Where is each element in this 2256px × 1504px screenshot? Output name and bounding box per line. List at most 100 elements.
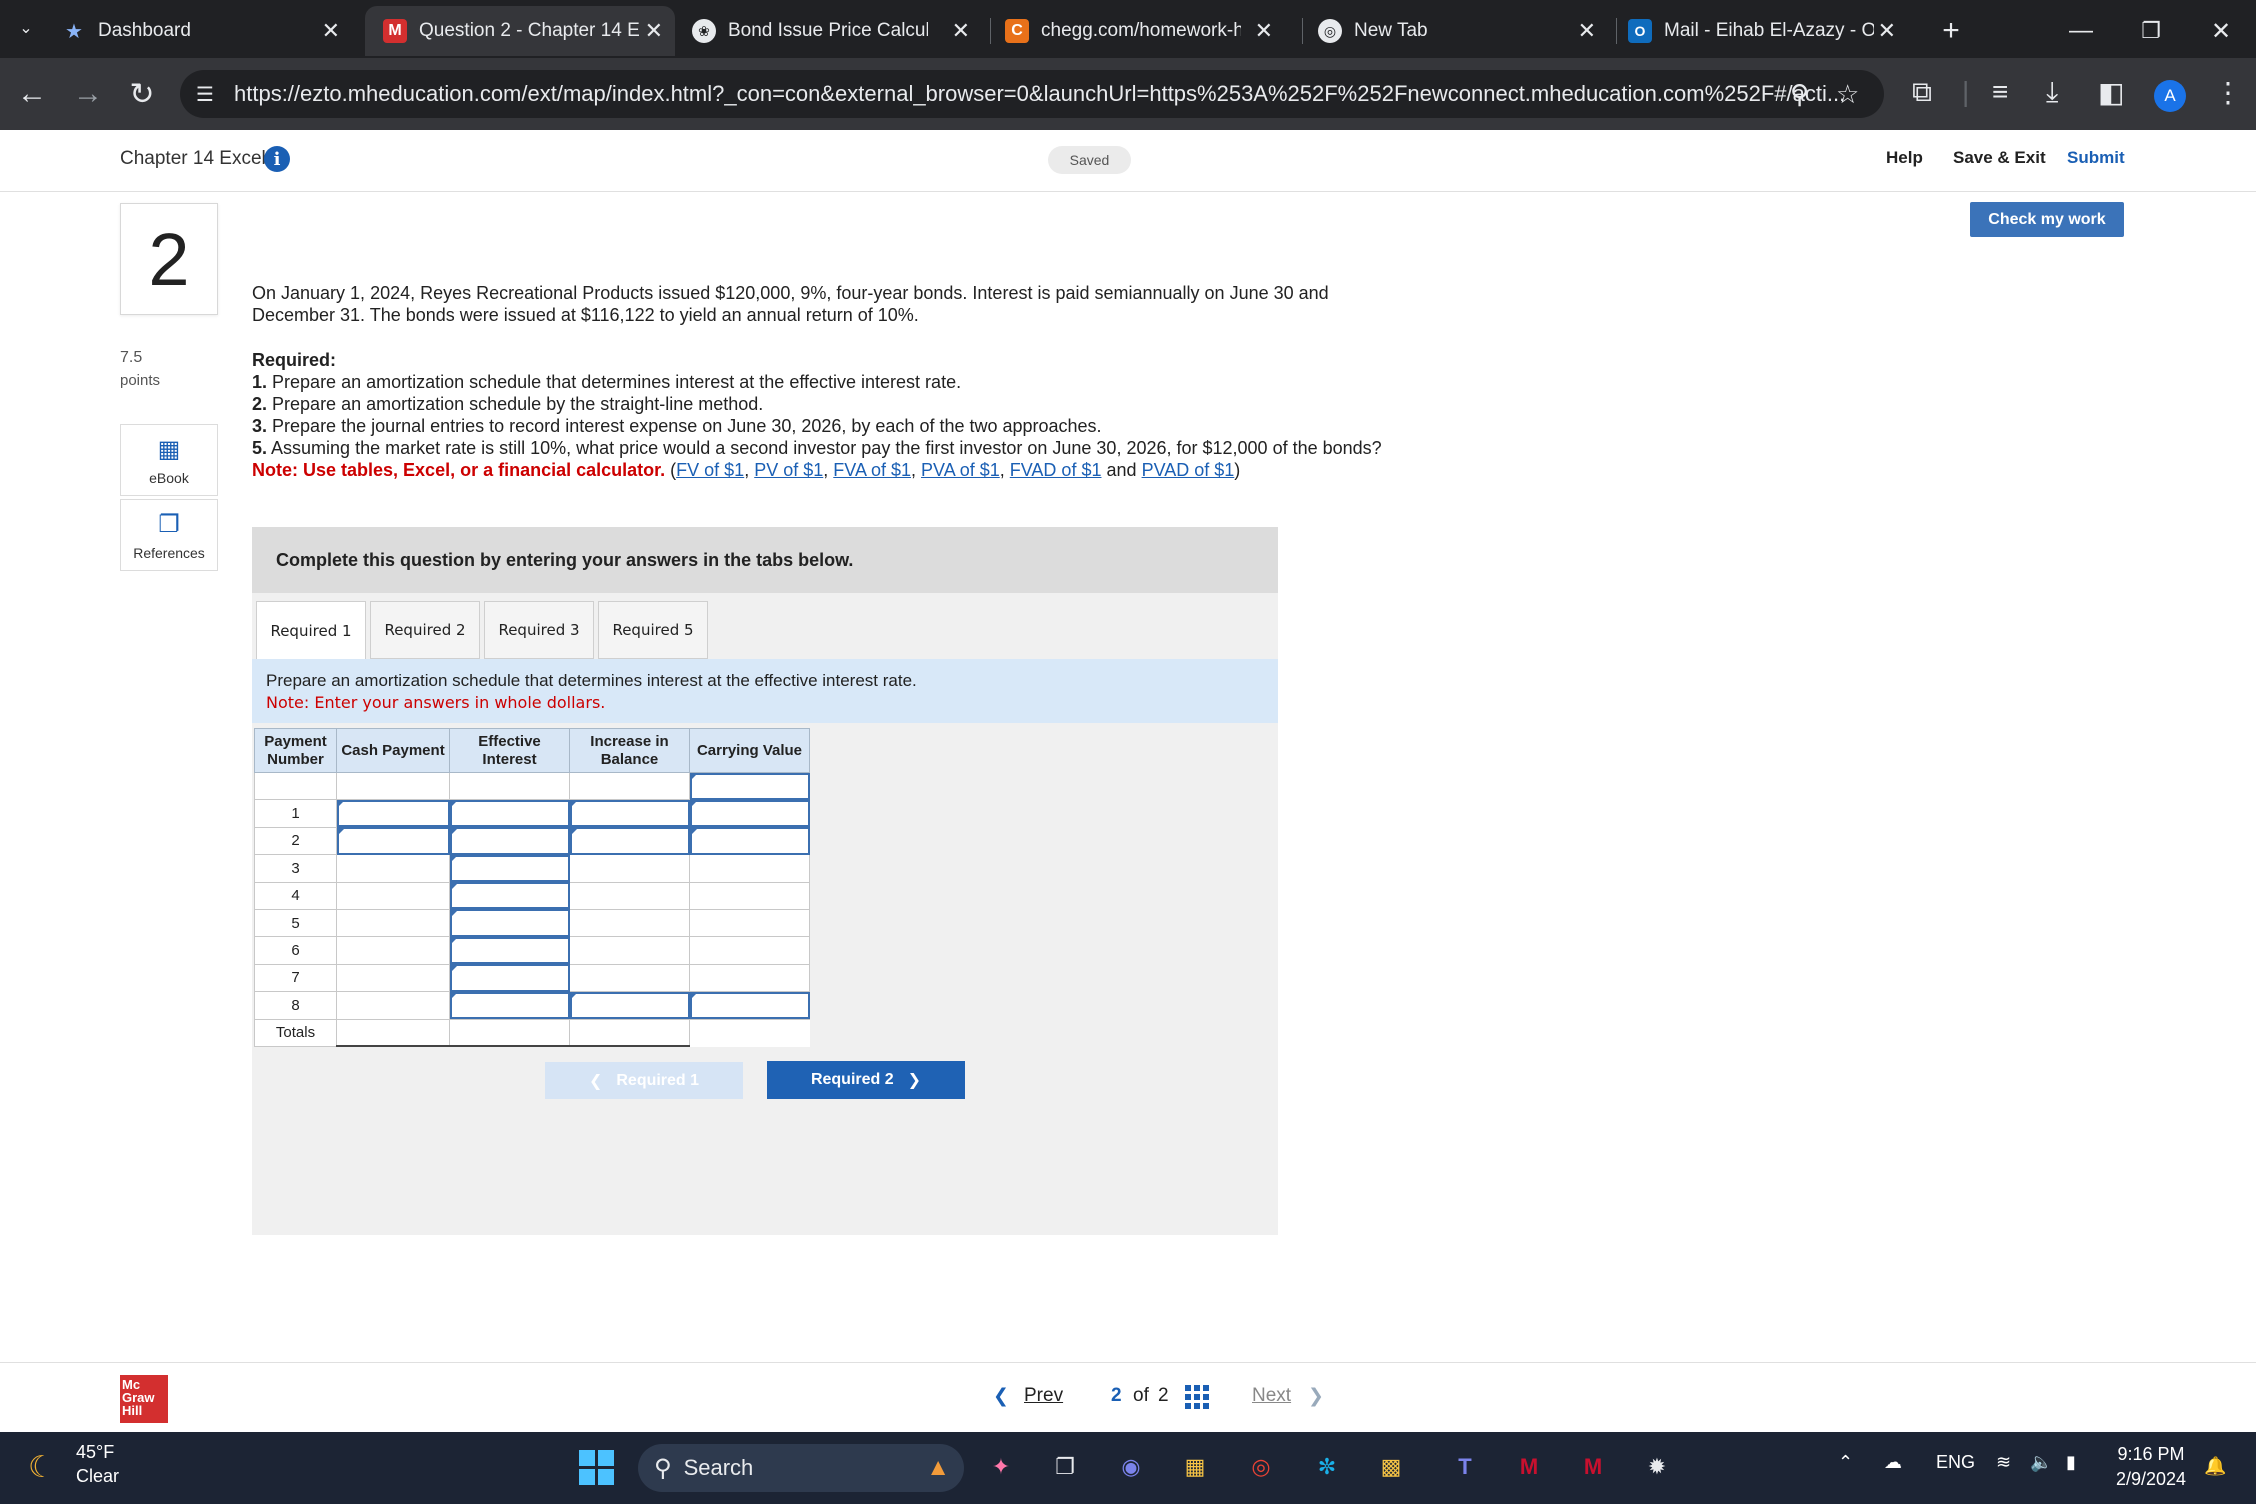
pvad-table-link[interactable]: PVAD of $1: [1142, 460, 1235, 480]
forward-arrow-icon[interactable]: →: [70, 76, 106, 112]
cash-payment-input[interactable]: [336, 826, 450, 856]
new-tab-plus-icon[interactable]: +: [1934, 14, 1968, 48]
chrome-taskbar-icon[interactable]: ◎: [1240, 1446, 1282, 1488]
weather-widget[interactable]: 45°F Clear: [76, 1440, 119, 1488]
teams-meet-icon[interactable]: ◉: [1110, 1446, 1152, 1488]
chevron-left-icon[interactable]: ❮: [993, 1385, 1009, 1408]
outlook-icon: O: [1628, 19, 1652, 43]
battery-icon[interactable]: ▮: [2066, 1452, 2076, 1473]
increase-balance-input[interactable]: [569, 991, 690, 1020]
table-row: 4: [254, 881, 810, 910]
more-menu-icon[interactable]: ⋮: [2214, 76, 2242, 109]
restore-window-icon[interactable]: ❐: [2134, 14, 2168, 48]
globe-app-icon[interactable]: ✹: [1636, 1446, 1678, 1488]
mcafee-icon[interactable]: M: [1508, 1446, 1550, 1488]
wifi-icon[interactable]: ≋: [1996, 1452, 2011, 1473]
carrying-value-input[interactable]: [689, 799, 810, 828]
tab-search-chevron-icon[interactable]: ⌄: [14, 16, 38, 40]
onedrive-cloud-icon[interactable]: ☁: [1884, 1452, 1902, 1473]
effective-interest-input[interactable]: [449, 991, 570, 1020]
windows-start-icon[interactable]: [575, 1446, 617, 1488]
close-tab-icon[interactable]: ✕: [1578, 18, 1596, 44]
notification-bell-icon[interactable]: 🔔: [2204, 1456, 2226, 1477]
tab-new-tab[interactable]: ◎ New Tab ✕: [1318, 6, 1608, 56]
taskbar-search-box[interactable]: ⚲ Search ▲: [638, 1444, 964, 1492]
address-bar[interactable]: ☰ https://ezto.mheducation.com/ext/map/i…: [180, 70, 1884, 118]
tab-dashboard[interactable]: ★ Dashboard ✕: [62, 6, 352, 56]
download-icon[interactable]: ⤓: [2046, 76, 2058, 109]
close-tab-icon[interactable]: ✕: [322, 18, 340, 44]
language-indicator[interactable]: ENG: [1936, 1452, 1975, 1473]
work-area-header: Complete this question by entering your …: [252, 527, 1278, 593]
close-window-icon[interactable]: ✕: [2204, 14, 2238, 48]
pva-table-link[interactable]: PVA of $1: [921, 460, 1000, 480]
reading-list-icon[interactable]: ≡: [1992, 76, 2008, 108]
tab-required-3[interactable]: Required 3: [484, 601, 594, 659]
task-view-icon[interactable]: ❐: [1044, 1446, 1086, 1488]
system-clock[interactable]: 9:16 PM 2/9/2024: [2116, 1442, 2186, 1492]
close-tab-icon[interactable]: ✕: [1878, 18, 1896, 44]
microsoft-store-icon[interactable]: ▩: [1370, 1446, 1412, 1488]
references-button[interactable]: ❐ References: [120, 499, 218, 571]
tab-bond-calculator[interactable]: ❀ Bond Issue Price Calculati ✕: [692, 6, 982, 56]
pv-table-link[interactable]: PV of $1: [754, 460, 823, 480]
teams-icon[interactable]: T: [1444, 1446, 1486, 1488]
carrying-value-input[interactable]: [689, 826, 810, 856]
reload-icon[interactable]: ↻: [124, 76, 160, 112]
tab-required-1[interactable]: Required 1: [256, 601, 366, 661]
minimize-icon[interactable]: —: [2064, 14, 2098, 48]
question-grid-icon[interactable]: [1185, 1385, 1209, 1409]
profile-avatar[interactable]: A: [2154, 80, 2186, 112]
submit-link[interactable]: Submit: [2067, 148, 2125, 168]
tab-chegg[interactable]: C chegg.com/homework-he ✕: [1005, 6, 1285, 56]
tab-required-5[interactable]: Required 5: [598, 601, 708, 659]
effective-interest-input[interactable]: [449, 881, 570, 910]
effective-interest-input[interactable]: [449, 963, 570, 993]
close-tab-icon[interactable]: ✕: [1255, 18, 1273, 44]
ebook-button[interactable]: ▦ eBook: [120, 424, 218, 496]
close-tab-icon[interactable]: ✕: [645, 18, 663, 44]
carrying-value-input[interactable]: [689, 991, 810, 1020]
volume-icon[interactable]: 🔈: [2030, 1452, 2052, 1473]
show-hidden-icons-chevron-icon[interactable]: ⌃: [1838, 1452, 1853, 1473]
side-panel-icon[interactable]: ◧: [2098, 76, 2124, 109]
help-link[interactable]: Help: [1886, 148, 1923, 168]
file-explorer-icon[interactable]: ▦: [1174, 1446, 1216, 1488]
bookmark-star-icon[interactable]: ☆: [1836, 79, 1859, 110]
close-tab-icon[interactable]: ✕: [952, 18, 970, 44]
effective-interest-input[interactable]: [449, 936, 570, 965]
back-arrow-icon[interactable]: ←: [14, 76, 50, 112]
chevron-right-icon[interactable]: ❯: [1308, 1385, 1324, 1408]
effective-interest-input[interactable]: [449, 854, 570, 883]
table-row: 5: [254, 908, 810, 938]
previous-required-button[interactable]: ❮ Required 1: [545, 1062, 743, 1099]
site-settings-icon[interactable]: ☰: [196, 82, 214, 107]
tab-question[interactable]: M Question 2 - Chapter 14 E ✕: [365, 6, 675, 56]
copilot-icon[interactable]: ✦: [980, 1446, 1022, 1488]
extensions-icon[interactable]: ⧉: [1912, 76, 1932, 109]
fva-table-link[interactable]: FVA of $1: [833, 460, 911, 480]
edge-icon[interactable]: ✼: [1306, 1446, 1348, 1488]
increase-balance-input[interactable]: [569, 826, 690, 856]
amortization-table: Payment Number Cash Payment Effective In…: [254, 728, 810, 1048]
effective-interest-input[interactable]: [449, 908, 570, 938]
save-exit-link[interactable]: Save & Exit: [1953, 148, 2046, 168]
increase-balance-input[interactable]: [569, 799, 690, 828]
effective-interest-input[interactable]: [449, 826, 570, 856]
fv-table-link[interactable]: FV of $1: [676, 460, 744, 480]
next-required-button[interactable]: Required 2 ❯: [767, 1061, 965, 1099]
cash-payment-input[interactable]: [336, 799, 450, 828]
mcafee-alt-icon[interactable]: M: [1572, 1446, 1614, 1488]
check-my-work-button[interactable]: Check my work: [1970, 202, 2124, 237]
zoom-search-icon[interactable]: ⚲: [1790, 79, 1809, 110]
carrying-value-input[interactable]: [689, 771, 810, 801]
search-icon: ⚲: [654, 1454, 672, 1482]
info-icon[interactable]: i: [264, 146, 290, 172]
next-page-link[interactable]: Next: [1252, 1385, 1291, 1407]
effective-interest-input[interactable]: [449, 799, 570, 828]
tab-mail[interactable]: O Mail - Eihab El-Azazy - Ou ✕: [1628, 6, 1908, 56]
fvad-table-link[interactable]: FVAD of $1: [1010, 460, 1102, 480]
prev-page-link[interactable]: Prev: [1024, 1385, 1063, 1407]
tab-required-2[interactable]: Required 2: [370, 601, 480, 659]
chevron-right-icon: ❯: [907, 1072, 922, 1089]
